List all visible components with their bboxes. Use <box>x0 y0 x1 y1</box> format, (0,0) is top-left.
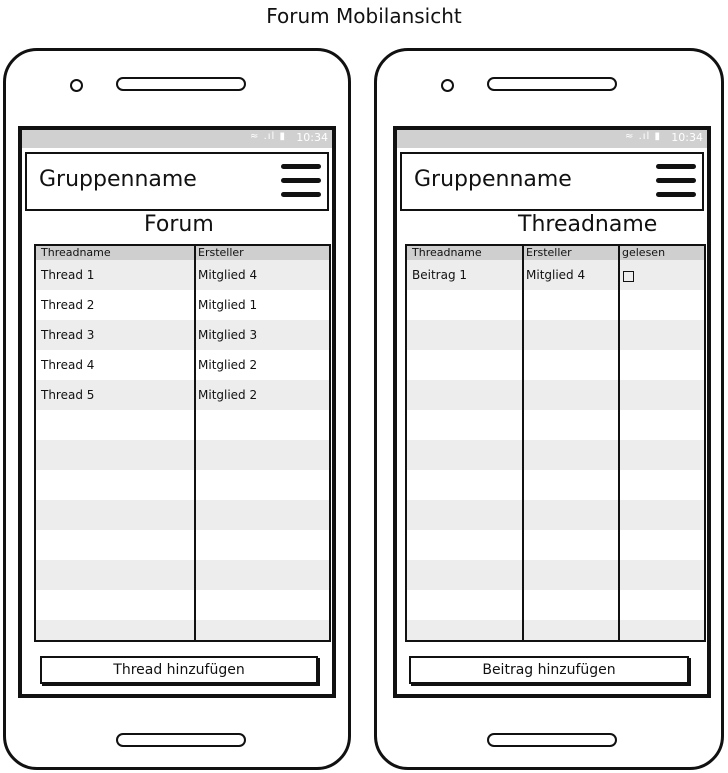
screen-forum: ≈ .ıl ▮ 10:34 Gruppenname Forum Threadna… <box>18 126 336 698</box>
phone-frame-thread: ≈ .ıl ▮ 10:34 Gruppenname Threadname Thr… <box>374 48 724 770</box>
status-bar: ≈ .ıl ▮ 10:34 <box>397 130 707 148</box>
screen-title: Threadname <box>518 212 658 237</box>
speaker-icon <box>487 77 617 91</box>
group-name: Gruppenname <box>414 167 572 192</box>
signal-battery-icon: ≈ .ıl ▮ <box>250 131 286 142</box>
speaker-icon <box>116 77 246 91</box>
hamburger-menu-icon[interactable] <box>656 164 696 198</box>
screen-title: Forum <box>144 212 214 237</box>
home-bar-icon <box>116 733 246 747</box>
column-divider <box>618 246 620 640</box>
phone-frame-forum: ≈ .ıl ▮ 10:34 Gruppenname Forum Threadna… <box>3 48 351 770</box>
thread-author: Mitglied 3 <box>198 328 258 342</box>
screen-thread: ≈ .ıl ▮ 10:34 Gruppenname Threadname Thr… <box>393 126 711 698</box>
table-header: Threadname Ersteller <box>36 246 329 260</box>
column-divider <box>194 246 196 640</box>
group-name: Gruppenname <box>39 167 197 192</box>
page-title: Forum Mobilansicht <box>266 4 462 28</box>
table-header: Threadname Ersteller gelesen <box>407 246 704 260</box>
home-bar-icon <box>487 733 617 747</box>
column-header: Ersteller <box>526 246 572 259</box>
thread-author: Mitglied 2 <box>198 358 258 372</box>
column-header: Threadname <box>41 246 111 259</box>
thread-name: Thread 4 <box>41 358 95 372</box>
thread-author: Mitglied 2 <box>198 388 258 402</box>
thread-name: Thread 2 <box>41 298 95 312</box>
column-header: gelesen <box>622 246 666 259</box>
add-post-button[interactable]: Beitrag hinzufügen <box>409 656 689 684</box>
thread-name: Thread 5 <box>41 388 95 402</box>
hamburger-menu-icon[interactable] <box>281 164 321 198</box>
column-divider <box>522 246 524 640</box>
column-header: Ersteller <box>198 246 244 259</box>
camera-icon <box>70 79 83 92</box>
app-header: Gruppenname <box>25 152 329 211</box>
status-bar: ≈ .ıl ▮ 10:34 <box>22 130 332 148</box>
camera-icon <box>441 79 454 92</box>
read-checkbox[interactable] <box>623 271 634 282</box>
column-header: Threadname <box>412 246 482 259</box>
post-author: Mitglied 4 <box>526 268 586 282</box>
thread-table: Threadname Ersteller Thread 1 Mitglied 4… <box>34 244 331 642</box>
add-thread-button[interactable]: Thread hinzufügen <box>40 656 318 684</box>
thread-name: Thread 3 <box>41 328 95 342</box>
thread-author: Mitglied 4 <box>198 268 258 282</box>
thread-author: Mitglied 1 <box>198 298 258 312</box>
post-name: Beitrag 1 <box>412 268 468 282</box>
thread-name: Thread 1 <box>41 268 95 282</box>
signal-battery-icon: ≈ .ıl ▮ <box>625 131 661 142</box>
status-time: 10:34 <box>671 131 703 144</box>
status-time: 10:34 <box>296 131 328 144</box>
post-table: Threadname Ersteller gelesen Beitrag 1 M… <box>405 244 706 642</box>
app-header: Gruppenname <box>400 152 704 211</box>
